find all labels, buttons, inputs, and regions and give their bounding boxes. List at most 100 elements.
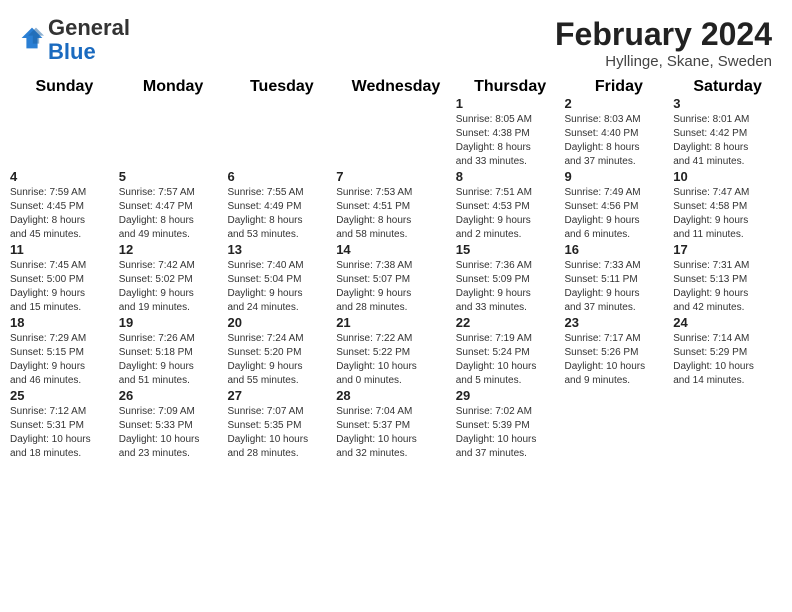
day-info: Sunrise: 7:40 AM Sunset: 5:04 PM Dayligh… — [227, 259, 336, 315]
calendar-table: SundayMondayTuesdayWednesdayThursdayFrid… — [10, 78, 782, 461]
day-info: Sunrise: 7:38 AM Sunset: 5:07 PM Dayligh… — [336, 259, 456, 315]
calendar-cell: 12Sunrise: 7:42 AM Sunset: 5:02 PM Dayli… — [119, 242, 228, 315]
day-number: 22 — [456, 315, 565, 330]
calendar-week-2: 11Sunrise: 7:45 AM Sunset: 5:00 PM Dayli… — [10, 242, 782, 315]
day-info: Sunrise: 7:31 AM Sunset: 5:13 PM Dayligh… — [673, 259, 782, 315]
day-info: Sunrise: 7:36 AM Sunset: 5:09 PM Dayligh… — [456, 259, 565, 315]
calendar-cell: 5 Sunrise: 7:57 AM Sunset: 4:47 PM Daylig… — [119, 169, 228, 242]
calendar-cell: 24Sunrise: 7:14 AM Sunset: 5:29 PM Dayli… — [673, 315, 782, 388]
logo-general: General — [48, 15, 130, 40]
calendar-cell: 8Sunrise: 7:51 AM Sunset: 4:53 PM Daylig… — [456, 169, 565, 242]
day-number: 9 — [564, 169, 673, 184]
day-number: 25 — [10, 388, 119, 403]
calendar-week-4: 25 Sunrise: 7:12 AM Sunset: 5:31 PM Dayli… — [10, 388, 782, 461]
weekday-header-wednesday: Wednesday — [336, 78, 456, 96]
calendar-cell: 23 Sunrise: 7:17 AM Sunset: 5:26 PM Dayli… — [564, 315, 673, 388]
day-info: Sunrise: 7:59 AM Sunset: 4:45 PM Dayligh… — [10, 186, 119, 242]
day-info: Sunrise: 7:14 AM Sunset: 5:29 PM Dayligh… — [673, 332, 782, 388]
day-number: 23 — [564, 315, 673, 330]
day-info: Sunrise: 7:19 AM Sunset: 5:24 PM Dayligh… — [456, 332, 565, 388]
day-info: Sunrise: 8:05 AM Sunset: 4:38 PM Dayligh… — [456, 113, 565, 169]
day-info: Sunrise: 7:33 AM Sunset: 5:11 PM Dayligh… — [564, 259, 673, 315]
calendar-week-3: 18 Sunrise: 7:29 AM Sunset: 5:15 PM Dayli… — [10, 315, 782, 388]
day-info: Sunrise: 7:49 AM Sunset: 4:56 PM Dayligh… — [564, 186, 673, 242]
day-info: Sunrise: 7:29 AM Sunset: 5:15 PM Dayligh… — [10, 332, 119, 388]
weekday-header-friday: Friday — [564, 78, 673, 96]
header: General Blue February 2024 Hyllinge, Ska… — [0, 0, 792, 78]
month-year: February 2024 — [555, 16, 772, 53]
day-info: Sunrise: 7:17 AM Sunset: 5:26 PM Dayligh… — [564, 332, 673, 388]
day-number: 21 — [336, 315, 456, 330]
calendar-cell: 3 Sunrise: 8:01 AM Sunset: 4:42 PM Daylig… — [673, 96, 782, 169]
logo: General Blue — [20, 16, 130, 64]
day-number: 18 — [10, 315, 119, 330]
calendar-cell: 17 Sunrise: 7:31 AM Sunset: 5:13 PM Dayli… — [673, 242, 782, 315]
calendar-cell: 2 Sunrise: 8:03 AM Sunset: 4:40 PM Daylig… — [564, 96, 673, 169]
calendar-cell: 13 Sunrise: 7:40 AM Sunset: 5:04 PM Dayli… — [227, 242, 336, 315]
day-number: 16 — [564, 242, 673, 257]
day-number: 20 — [227, 315, 336, 330]
calendar-cell: 10 Sunrise: 7:47 AM Sunset: 4:58 PM Dayli… — [673, 169, 782, 242]
calendar-week-0: 1 Sunrise: 8:05 AM Sunset: 4:38 PM Daylig… — [10, 96, 782, 169]
calendar-body: 1 Sunrise: 8:05 AM Sunset: 4:38 PM Daylig… — [10, 96, 782, 461]
weekday-row: SundayMondayTuesdayWednesdayThursdayFrid… — [10, 78, 782, 96]
day-info: Sunrise: 7:45 AM Sunset: 5:00 PM Dayligh… — [10, 259, 119, 315]
logo-text: General Blue — [48, 16, 130, 64]
title-block: February 2024 Hyllinge, Skane, Sweden — [555, 16, 772, 70]
calendar-cell — [336, 96, 456, 169]
weekday-header-thursday: Thursday — [456, 78, 565, 96]
calendar-cell — [10, 96, 119, 169]
weekday-header-tuesday: Tuesday — [227, 78, 336, 96]
day-info: Sunrise: 7:57 AM Sunset: 4:47 PM Dayligh… — [119, 186, 228, 242]
calendar-cell: 1 Sunrise: 8:05 AM Sunset: 4:38 PM Daylig… — [456, 96, 565, 169]
day-number: 28 — [336, 388, 456, 403]
day-number: 27 — [227, 388, 336, 403]
day-info: Sunrise: 7:04 AM Sunset: 5:37 PM Dayligh… — [336, 405, 456, 461]
day-info: Sunrise: 7:22 AM Sunset: 5:22 PM Dayligh… — [336, 332, 456, 388]
day-info: Sunrise: 7:26 AM Sunset: 5:18 PM Dayligh… — [119, 332, 228, 388]
calendar-cell: 16 Sunrise: 7:33 AM Sunset: 5:11 PM Dayli… — [564, 242, 673, 315]
day-number: 1 — [456, 96, 565, 111]
day-info: Sunrise: 8:01 AM Sunset: 4:42 PM Dayligh… — [673, 113, 782, 169]
day-number: 3 — [673, 96, 782, 111]
day-number: 5 — [119, 169, 228, 184]
day-info: Sunrise: 7:09 AM Sunset: 5:33 PM Dayligh… — [119, 405, 228, 461]
calendar-cell: 29Sunrise: 7:02 AM Sunset: 5:39 PM Dayli… — [456, 388, 565, 461]
day-info: Sunrise: 8:03 AM Sunset: 4:40 PM Dayligh… — [564, 113, 673, 169]
logo-blue: Blue — [48, 39, 96, 64]
day-number: 17 — [673, 242, 782, 257]
day-number: 14 — [336, 242, 456, 257]
day-info: Sunrise: 7:55 AM Sunset: 4:49 PM Dayligh… — [227, 186, 336, 242]
calendar-cell — [227, 96, 336, 169]
day-number: 4 — [10, 169, 119, 184]
calendar-cell: 19 Sunrise: 7:26 AM Sunset: 5:18 PM Dayli… — [119, 315, 228, 388]
calendar-cell: 14 Sunrise: 7:38 AM Sunset: 5:07 PM Dayli… — [336, 242, 456, 315]
calendar-cell: 4 Sunrise: 7:59 AM Sunset: 4:45 PM Daylig… — [10, 169, 119, 242]
calendar-cell: 20Sunrise: 7:24 AM Sunset: 5:20 PM Dayli… — [227, 315, 336, 388]
location: Hyllinge, Skane, Sweden — [555, 53, 772, 70]
calendar-cell: 28 Sunrise: 7:04 AM Sunset: 5:37 PM Dayli… — [336, 388, 456, 461]
day-number: 19 — [119, 315, 228, 330]
day-number: 8 — [456, 169, 565, 184]
calendar-cell: 7Sunrise: 7:53 AM Sunset: 4:51 PM Daylig… — [336, 169, 456, 242]
calendar-cell: 11Sunrise: 7:45 AM Sunset: 5:00 PM Dayli… — [10, 242, 119, 315]
day-number: 10 — [673, 169, 782, 184]
day-number: 6 — [227, 169, 336, 184]
calendar-cell: 21 Sunrise: 7:22 AM Sunset: 5:22 PM Dayli… — [336, 315, 456, 388]
calendar-cell: 9 Sunrise: 7:49 AM Sunset: 4:56 PM Daylig… — [564, 169, 673, 242]
day-info: Sunrise: 7:47 AM Sunset: 4:58 PM Dayligh… — [673, 186, 782, 242]
day-number: 15 — [456, 242, 565, 257]
weekday-header-sunday: Sunday — [10, 78, 119, 96]
calendar-cell: 22 Sunrise: 7:19 AM Sunset: 5:24 PM Dayli… — [456, 315, 565, 388]
calendar-header: SundayMondayTuesdayWednesdayThursdayFrid… — [10, 78, 782, 96]
day-number: 7 — [336, 169, 456, 184]
day-info: Sunrise: 7:02 AM Sunset: 5:39 PM Dayligh… — [456, 405, 565, 461]
calendar-wrapper: SundayMondayTuesdayWednesdayThursdayFrid… — [0, 78, 792, 471]
day-number: 2 — [564, 96, 673, 111]
page-container: General Blue February 2024 Hyllinge, Ska… — [0, 0, 792, 471]
day-info: Sunrise: 7:12 AM Sunset: 5:31 PM Dayligh… — [10, 405, 119, 461]
day-number: 26 — [119, 388, 228, 403]
day-number: 13 — [227, 242, 336, 257]
calendar-cell: 18 Sunrise: 7:29 AM Sunset: 5:15 PM Dayli… — [10, 315, 119, 388]
day-info: Sunrise: 7:07 AM Sunset: 5:35 PM Dayligh… — [227, 405, 336, 461]
